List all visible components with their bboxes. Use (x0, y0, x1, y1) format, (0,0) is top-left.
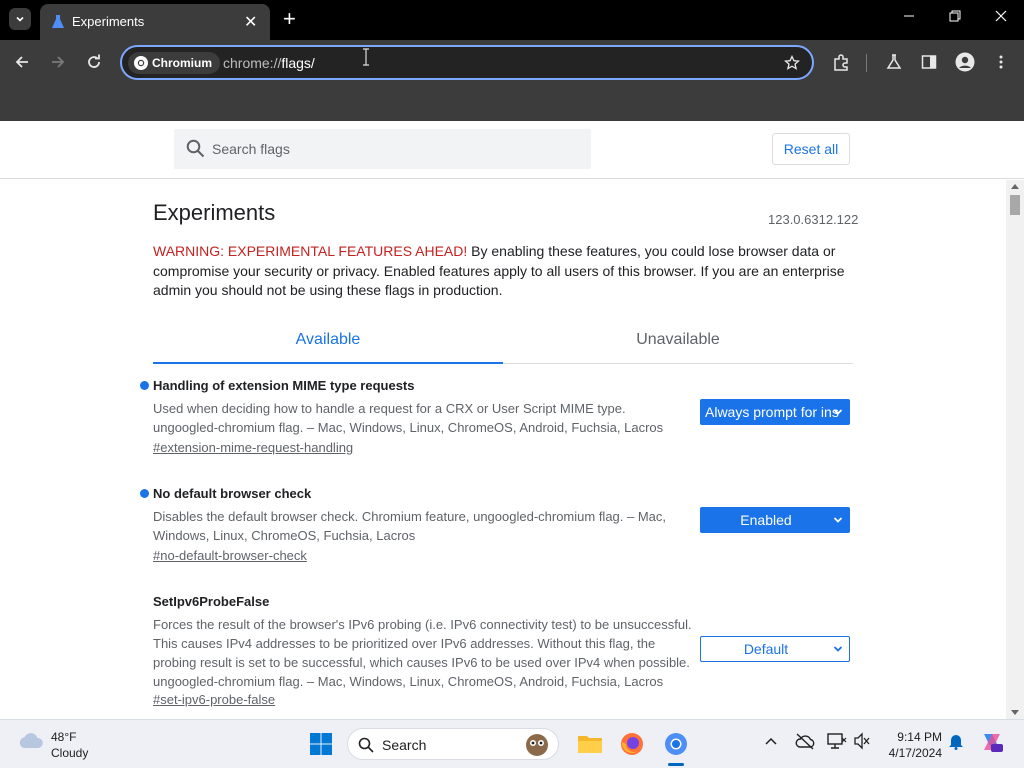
taskbar-search-label: Search (382, 737, 427, 753)
flag-permalink[interactable]: #extension-mime-request-handling (153, 440, 353, 455)
scroll-down-arrow-icon[interactable] (1011, 710, 1019, 716)
modified-indicator (140, 381, 149, 390)
flag-state-select[interactable]: Enabled (700, 507, 850, 533)
search-box[interactable] (174, 129, 591, 169)
url-text[interactable]: chrome://flags/ (223, 55, 315, 71)
active-app-indicator (668, 763, 684, 766)
minimize-icon[interactable] (903, 10, 915, 22)
flags-tabs: Available Unavailable (153, 324, 853, 364)
tab-search-button[interactable] (9, 8, 31, 30)
flag-item: Handling of extension MIME type requests… (140, 378, 853, 457)
toolbar-divider (866, 54, 867, 72)
modified-indicator (140, 489, 149, 498)
bookmarks-bar (0, 86, 1024, 121)
tab-strip: Experiments ✕ + (0, 0, 1024, 40)
flag-state-value: Enabled (740, 512, 792, 528)
flag-item: SetIpv6ProbeFalse Forces the result of t… (153, 594, 853, 709)
scrollbar-thumb[interactable] (1010, 195, 1020, 215)
flag-name: No default browser check (153, 486, 312, 501)
flag-description: Used when deciding how to handle a reque… (153, 401, 664, 435)
volume-muted-icon[interactable] (853, 732, 871, 750)
flag-item: No default browser check Disables the de… (140, 486, 853, 565)
flag-permalink[interactable]: #set-ipv6-probe-false (153, 692, 275, 707)
clock-time: 9:14 PM (897, 730, 942, 744)
reload-icon[interactable] (86, 54, 102, 70)
search-icon (186, 139, 205, 158)
file-explorer-icon[interactable] (577, 732, 603, 754)
warning-prefix: WARNING: EXPERIMENTAL FEATURES AHEAD! (153, 243, 468, 259)
menu-kebab-icon[interactable] (998, 54, 1004, 70)
taskbar-search[interactable]: Search (347, 728, 559, 760)
close-icon[interactable]: ✕ (244, 12, 257, 32)
tab-unavailable[interactable]: Unavailable (503, 324, 853, 356)
flag-name: SetIpv6ProbeFalse (153, 594, 270, 609)
system-clock[interactable]: 9:14 PM 4/17/2024 (880, 729, 942, 761)
flag-name: Handling of extension MIME type requests (153, 378, 415, 393)
search-input[interactable] (212, 137, 572, 161)
chevron-down-icon (833, 646, 843, 652)
browser-toolbar: Chromium chrome://flags/ (0, 40, 1024, 86)
weather-temperature: 48°F (51, 730, 77, 744)
flag-state-value: Default (743, 641, 789, 657)
chromium-icon[interactable] (664, 732, 688, 756)
windows-start-icon[interactable] (309, 732, 333, 756)
forward-arrow-icon[interactable] (50, 54, 66, 70)
cloud-offline-icon[interactable] (795, 732, 815, 750)
flag-description: Forces the result of the browser's IPv6 … (153, 617, 692, 689)
network-icon[interactable] (827, 732, 847, 750)
tab-title: Experiments (72, 14, 145, 29)
flags-content: Experiments 123.0.6312.122 WARNING: EXPE… (0, 180, 1006, 719)
chevron-down-icon (833, 409, 843, 415)
labs-flask-icon[interactable] (886, 54, 902, 70)
reset-all-button[interactable]: Reset all (772, 133, 850, 165)
windows-taskbar: 48°F Cloudy Search 9:14 PM 4/17/2024 (0, 719, 1024, 768)
chevron-down-icon (833, 517, 843, 523)
flag-state-value: Always prompt for ins (705, 404, 839, 420)
url-host: chrome:// (223, 55, 282, 71)
page-scrollbar[interactable] (1006, 180, 1024, 719)
flag-description: Disables the default browser check. Chro… (153, 509, 667, 543)
side-panel-icon[interactable] (921, 54, 937, 70)
bookmark-star-icon[interactable] (784, 55, 800, 71)
clock-date: 4/17/2024 (888, 746, 942, 760)
search-highlight-icon (526, 734, 548, 756)
site-info-chip[interactable]: Chromium (128, 52, 220, 74)
search-icon (358, 737, 374, 753)
firefox-icon[interactable] (620, 732, 644, 756)
flag-state-select[interactable]: Always prompt for ins (700, 399, 850, 425)
flask-icon (52, 15, 64, 28)
extensions-puzzle-icon[interactable] (832, 54, 850, 72)
new-tab-button[interactable]: + (283, 8, 296, 30)
search-header: Reset all (0, 121, 1024, 179)
back-arrow-icon[interactable] (14, 54, 30, 70)
copilot-icon[interactable] (980, 730, 1004, 754)
address-bar[interactable]: Chromium chrome://flags/ (120, 45, 814, 80)
tab-experiments[interactable]: Experiments ✕ (40, 4, 270, 40)
cloud-icon[interactable] (17, 729, 45, 751)
notification-bell-icon[interactable] (948, 732, 964, 750)
chevron-up-icon[interactable] (765, 737, 777, 745)
chip-label: Chromium (152, 56, 212, 70)
profile-avatar-icon[interactable] (955, 52, 975, 72)
scroll-up-arrow-icon[interactable] (1011, 183, 1019, 189)
page-title: Experiments (153, 200, 276, 225)
weather-condition: Cloudy (51, 746, 89, 760)
url-path: flags/ (281, 55, 315, 71)
chevron-down-icon (16, 16, 24, 22)
restore-icon[interactable] (949, 10, 961, 22)
flag-permalink[interactable]: #no-default-browser-check (153, 548, 307, 563)
window-close-icon[interactable] (995, 10, 1007, 22)
flags-page: Reset all Experiments 123.0.6312.122 WAR… (0, 121, 1024, 719)
warning-text: WARNING: EXPERIMENTAL FEATURES AHEAD! By… (153, 242, 853, 301)
version-label: 123.0.6312.122 (768, 212, 859, 227)
text-cursor-icon (363, 48, 369, 66)
flag-state-select[interactable]: Default (700, 636, 850, 662)
tab-available[interactable]: Available (153, 324, 503, 364)
chromium-logo-icon (134, 56, 148, 70)
